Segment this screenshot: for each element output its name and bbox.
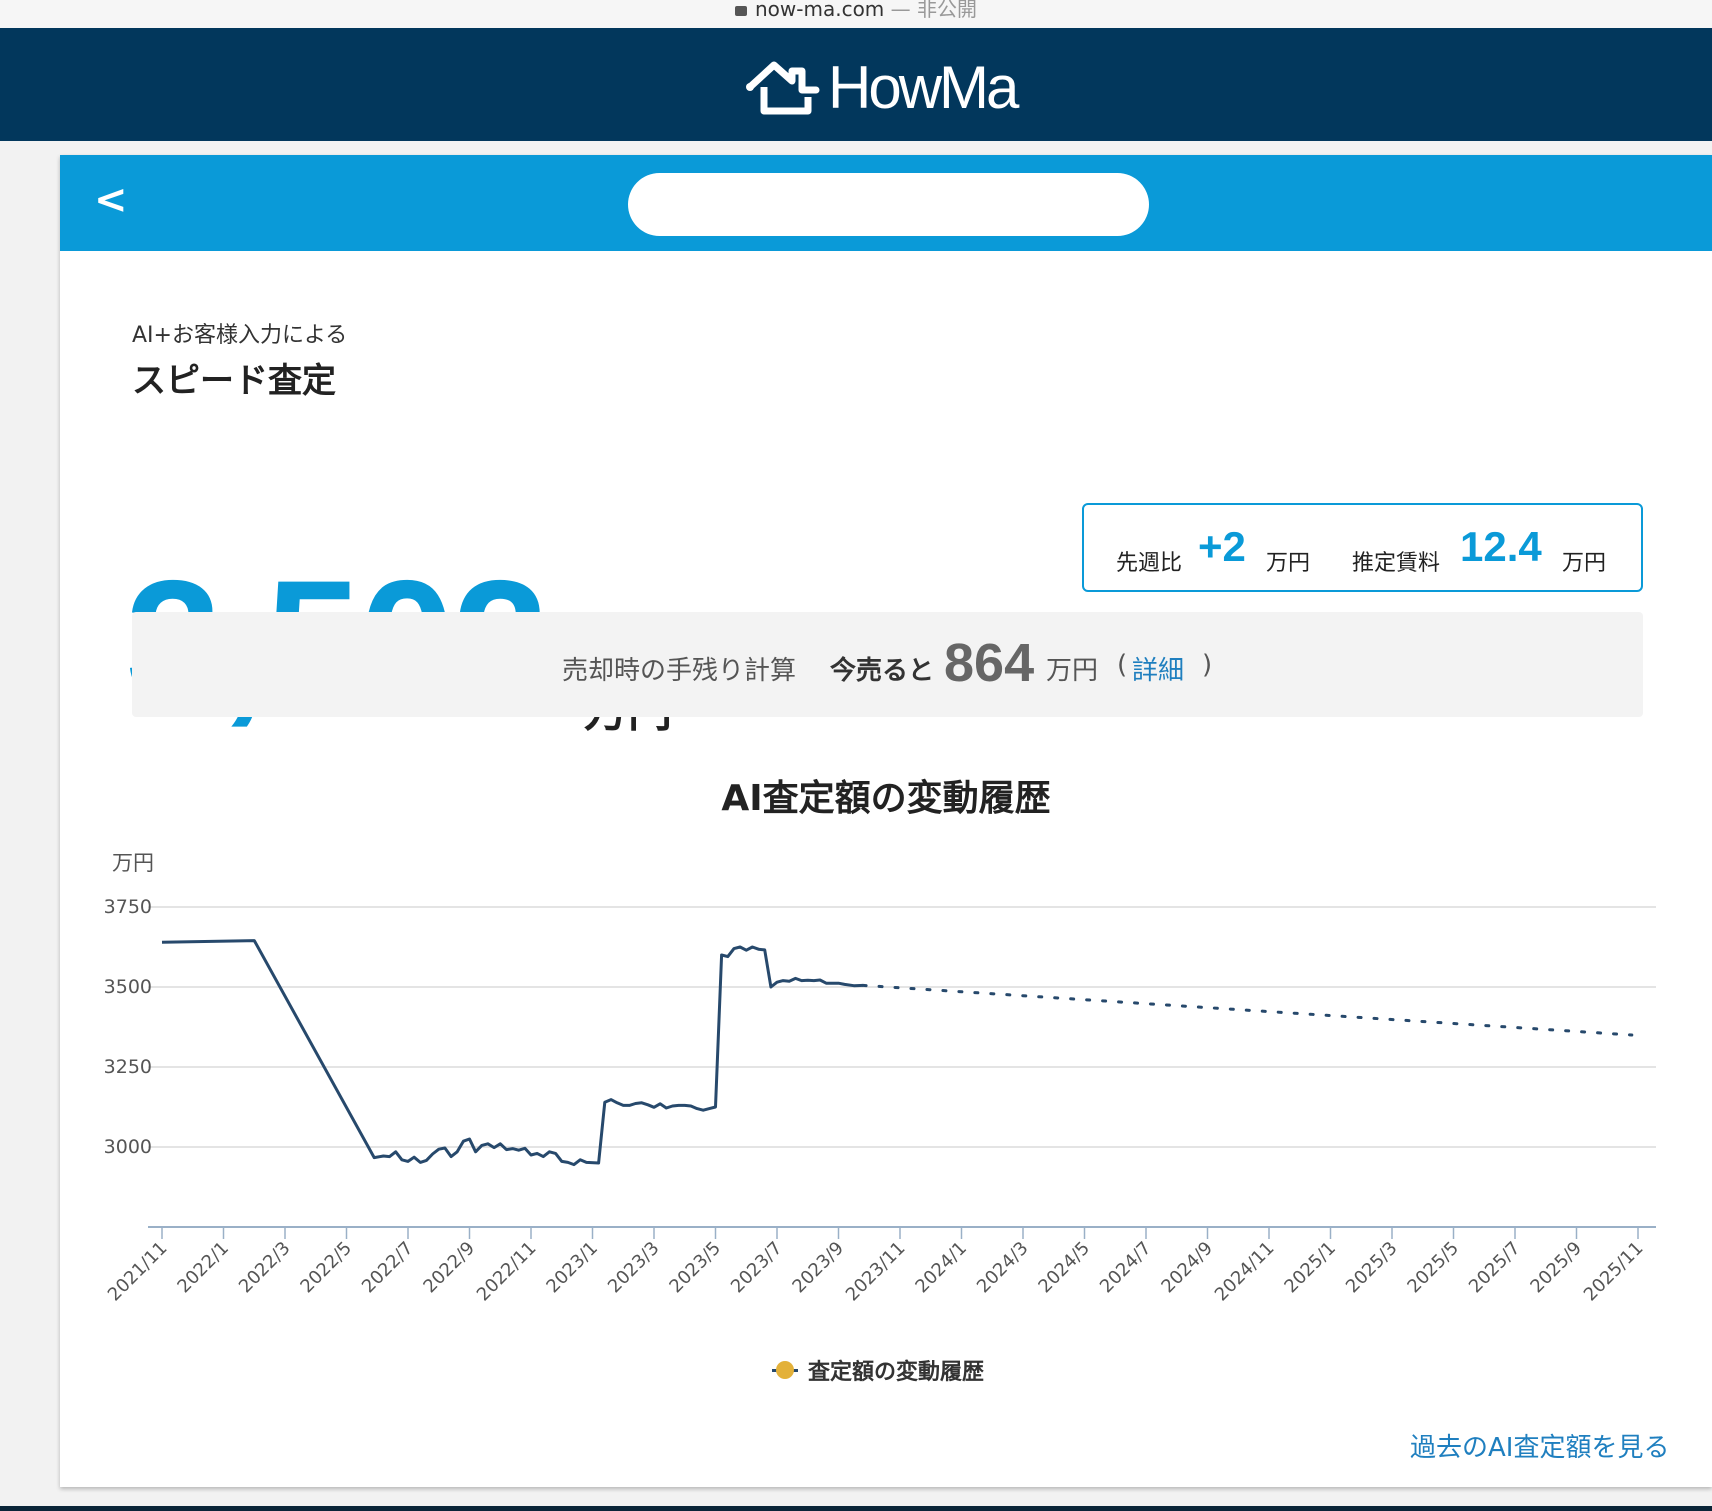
x-tick-label: 2025/1 (1280, 1238, 1340, 1298)
x-tick-label: 2024/7 (1096, 1238, 1156, 1298)
bottom-edge (0, 1506, 1712, 1511)
x-tick-label: 2024/5 (1034, 1238, 1094, 1298)
y-tick-label: 3250 (104, 1056, 152, 1078)
x-tick-label: 2025/7 (1465, 1238, 1525, 1298)
history-chart: 30003250350037502021/11 2022/1 2022/3 2022/… (104, 896, 1656, 1306)
browser-url-bar[interactable]: now-ma.com — 非公開 (0, 0, 1712, 28)
x-tick-label: 2025/3 (1342, 1238, 1402, 1298)
x-tick-label: 2023/7 (727, 1238, 787, 1298)
past-appraisals-link[interactable]: 過去のAI査定額を見る (1410, 1427, 1669, 1464)
chart-legend[interactable]: 査定額の変動履歴 (772, 1355, 984, 1385)
y-tick-label: 3000 (104, 1136, 152, 1158)
x-tick-label: 2023/3 (604, 1238, 664, 1298)
y-tick-label: 3500 (104, 976, 152, 998)
legend-label: 査定額の変動履歴 (808, 1360, 985, 1385)
x-tick-label: 2022/5 (296, 1238, 356, 1298)
x-tick-label: 2022/9 (419, 1238, 479, 1298)
logo-text: HowMa (828, 53, 1019, 121)
history-line (161, 939, 864, 1167)
x-tick-label: 2023/5 (665, 1238, 725, 1298)
x-tick-label: 2025/11 (1580, 1238, 1648, 1306)
x-tick-label: 2023/1 (542, 1238, 602, 1298)
site-header: HowMa (0, 28, 1712, 141)
x-tick-label: 2022/7 (358, 1238, 418, 1298)
x-tick-label: 2023/11 (842, 1238, 910, 1306)
house-icon (746, 61, 820, 115)
site-logo[interactable]: HowMa (744, 48, 1019, 126)
forecast-line (861, 983, 1634, 1037)
legend-line-icon (772, 1360, 798, 1379)
x-tick-label: 2023/9 (788, 1238, 848, 1298)
x-tick-label: 2024/1 (911, 1238, 971, 1298)
x-tick-label: 2022/1 (173, 1238, 233, 1298)
appraisal-card: < AI+お客様入力による スピード査定 3,502 万円 先週比 +2 万円 … (60, 155, 1712, 1487)
x-tick-label: 2025/5 (1403, 1238, 1463, 1298)
x-tick-label: 2021/11 (104, 1238, 172, 1306)
x-tick-label: 2022/3 (235, 1238, 295, 1298)
legend-dot-icon (776, 1360, 794, 1379)
x-tick-label: 2022/11 (473, 1238, 541, 1306)
lock-icon (734, 5, 747, 16)
x-tick-label: 2024/9 (1157, 1238, 1217, 1298)
url-text: now-ma.com — 非公開 (0, 0, 1712, 22)
x-tick-label: 2024/3 (973, 1238, 1033, 1298)
y-tick-label: 3750 (104, 896, 152, 918)
x-tick-label: 2024/11 (1211, 1238, 1279, 1306)
x-tick-label: 2025/9 (1526, 1238, 1586, 1298)
url-host: now-ma.com (754, 0, 885, 21)
url-status: — 非公開 (890, 0, 977, 21)
